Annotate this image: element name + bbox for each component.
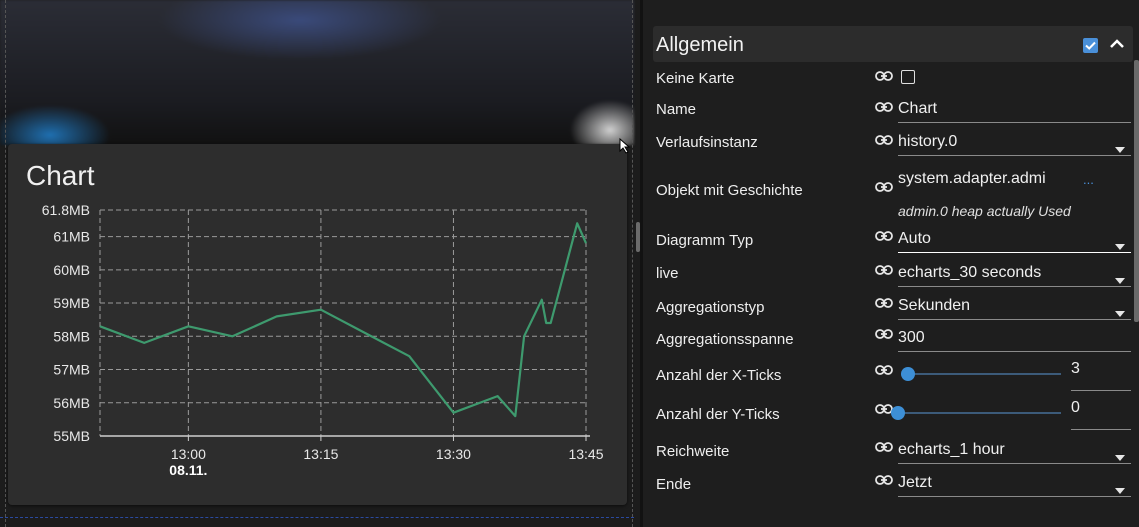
x-tick-date-label: 08.11. <box>169 462 207 478</box>
label-chart-type: Diagramm Typ <box>656 232 754 249</box>
x-ticks-value: 3 <box>1071 360 1080 377</box>
label-live: live <box>656 265 679 282</box>
label-history-instance: Verlaufsinstanz <box>656 134 758 151</box>
label-range: Reichweite <box>656 443 730 460</box>
range-value: echarts_1 hour <box>898 441 1005 458</box>
link-icon[interactable] <box>875 263 893 281</box>
link-icon[interactable] <box>875 229 893 247</box>
y-tick-label: 55MB <box>53 428 90 444</box>
y-tick-label: 60MB <box>53 262 90 278</box>
x-tick-label: 13:30 <box>436 446 471 462</box>
x-tick-label: 13:15 <box>303 446 338 462</box>
label-y-ticks: Anzahl der Y-Ticks <box>656 406 780 423</box>
chart-type-value: Auto <box>898 230 931 247</box>
aggregation-span-value: 300 <box>898 329 925 346</box>
y-ticks-slider[interactable] <box>891 412 1061 414</box>
label-object: Objekt mit Geschichte <box>656 182 803 199</box>
y-tick-label: 61.8MB <box>42 202 90 218</box>
y-ticks-slider-thumb[interactable] <box>891 406 905 420</box>
y-tick-label: 56MB <box>53 395 90 411</box>
series-line <box>99 222 588 418</box>
object-select-button[interactable]: ... <box>1083 172 1094 187</box>
y-tick-label: 58MB <box>53 328 90 344</box>
link-icon[interactable] <box>875 69 893 87</box>
name-input[interactable]: Chart <box>898 96 1131 123</box>
x-tick-label: 13:45 <box>568 446 603 462</box>
link-icon[interactable] <box>875 133 893 151</box>
label-aggregation-span: Aggregationsspanne <box>656 331 794 348</box>
y-ticks-input[interactable]: 0 <box>1071 399 1131 430</box>
chevron-down-icon <box>1115 271 1125 289</box>
chart-widget[interactable]: Chart 61.8MB 61MB 60MB 59MB 58MB 57MB 56MB 55MB… <box>8 144 627 505</box>
canvas-area[interactable]: Chart 61.8MB 61MB 60MB 59MB 58MB 57MB 56MB 55MB… <box>0 0 640 527</box>
label-name: Name <box>656 101 697 118</box>
link-icon[interactable] <box>875 100 893 118</box>
widget-boundary-right <box>632 0 633 527</box>
live-select[interactable]: echarts_30 seconds <box>898 260 1131 287</box>
blurred-widget-image[interactable] <box>0 0 634 145</box>
aggregation-span-input[interactable]: 300 <box>898 325 1131 352</box>
widget-boundary-left <box>5 0 6 527</box>
object-name-hint: admin.0 heap actually Used <box>898 203 1071 219</box>
link-icon[interactable] <box>875 180 893 198</box>
chevron-down-icon <box>1115 448 1125 466</box>
end-value: Jetzt <box>898 474 932 491</box>
live-value: echarts_30 seconds <box>898 264 1042 281</box>
y-tick-label: 59MB <box>53 295 90 311</box>
x-ticks-slider-thumb[interactable] <box>901 367 915 381</box>
label-x-ticks: Anzahl der X-Ticks <box>656 367 782 384</box>
chevron-down-icon <box>1115 140 1125 158</box>
link-icon[interactable] <box>875 473 893 491</box>
history-instance-value: history.0 <box>898 133 958 150</box>
no-card-checkbox[interactable] <box>901 70 915 84</box>
range-select[interactable]: echarts_1 hour <box>898 437 1131 464</box>
chart-type-select[interactable]: Auto <box>898 226 1131 253</box>
link-icon[interactable] <box>875 296 893 314</box>
link-icon[interactable] <box>875 440 893 458</box>
panel-resize-handle[interactable] <box>636 222 640 252</box>
x-ticks-input[interactable]: 3 <box>1071 360 1131 391</box>
end-select[interactable]: Jetzt <box>898 470 1131 497</box>
x-tick-label: 13:00 <box>171 446 206 462</box>
checkmark-icon <box>1085 41 1096 50</box>
label-no-card: Keine Karte <box>656 70 735 87</box>
x-ticks-slider[interactable] <box>901 373 1061 375</box>
link-icon[interactable] <box>875 327 893 345</box>
group-header-allgemein[interactable]: Allgemein <box>653 26 1133 62</box>
y-ticks-value: 0 <box>1071 399 1080 416</box>
chevron-up-icon[interactable] <box>1108 35 1126 53</box>
aggregation-type-value: Sekunden <box>898 297 971 314</box>
chevron-down-icon <box>1115 304 1125 322</box>
aggregation-type-select[interactable]: Sekunden <box>898 293 1131 320</box>
properties-panel: Allgemein Keine Karte Name Chart Verlauf… <box>643 0 1139 527</box>
chevron-down-icon <box>1115 481 1125 499</box>
chevron-down-icon <box>1115 237 1125 255</box>
widget-boundary-bottom <box>0 517 634 518</box>
y-tick-label: 57MB <box>53 362 90 378</box>
history-instance-select[interactable]: history.0 <box>898 129 1131 156</box>
group-enable-checkbox[interactable] <box>1083 38 1098 53</box>
object-id-value[interactable]: system.adapter.admi <box>898 170 1046 188</box>
panel-scrollbar[interactable] <box>1134 60 1139 322</box>
label-aggregation-type: Aggregationstyp <box>656 299 765 316</box>
name-input-value: Chart <box>898 100 938 117</box>
cursor-arrow-icon <box>619 137 631 154</box>
group-title: Allgemein <box>656 34 744 56</box>
label-end: Ende <box>656 476 692 493</box>
y-tick-label: 61MB <box>53 229 90 245</box>
chart-plot: 61.8MB 61MB 60MB 59MB 58MB 57MB 56MB 55MB 13:000… <box>42 202 604 478</box>
link-icon[interactable] <box>875 363 893 381</box>
